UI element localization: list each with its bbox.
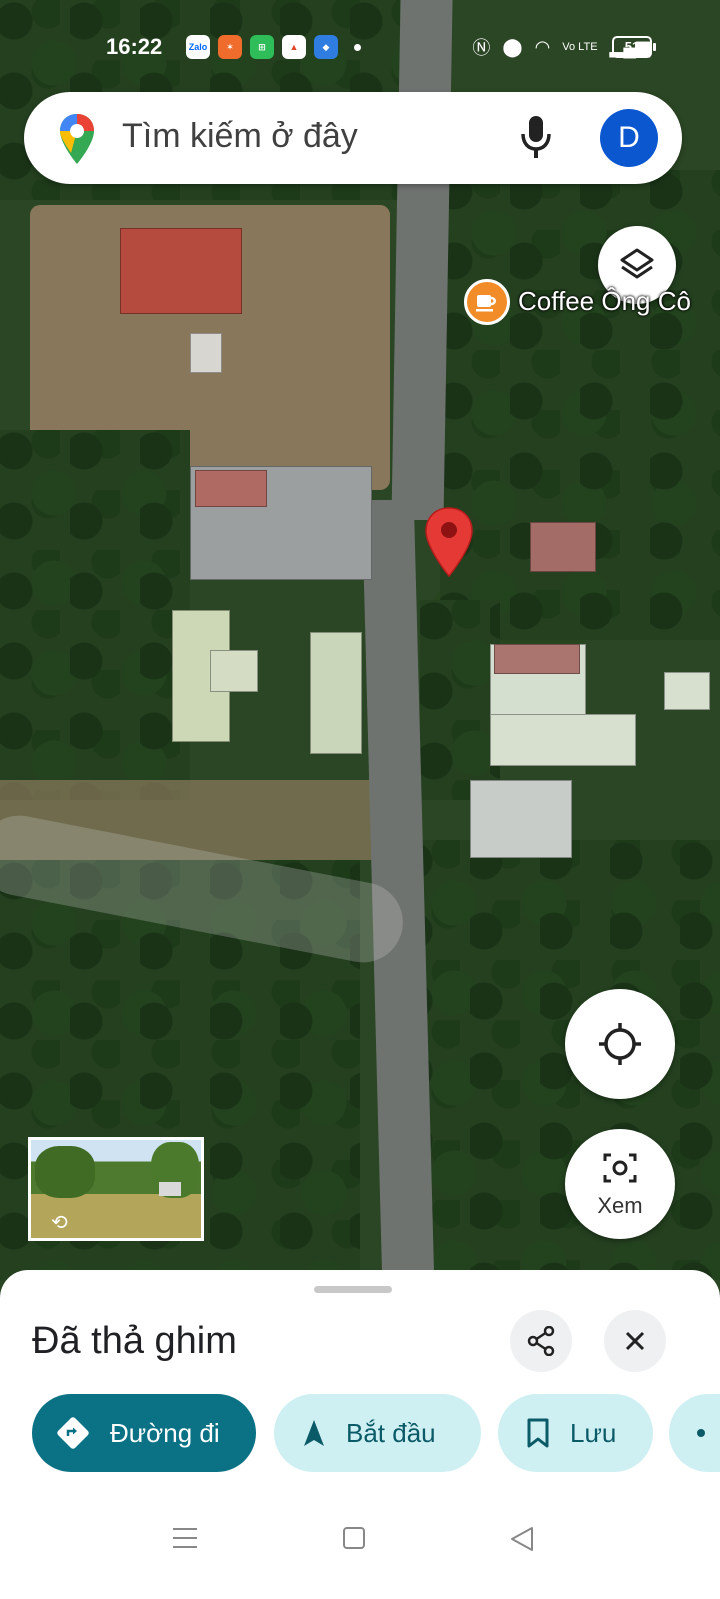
layers-icon: [620, 248, 654, 279]
google-maps-logo-icon: [58, 112, 96, 171]
location-icon: ⬤: [502, 36, 523, 57]
close-icon: [625, 1331, 645, 1351]
back-button[interactable]: [510, 1526, 534, 1557]
bottom-sheet[interactable]: Đã thả ghim Đường đi Bắt đầu Lưu: [0, 1270, 720, 1599]
directions-button[interactable]: Đường đi: [32, 1394, 256, 1472]
app-green-icon: ⊞: [250, 35, 274, 59]
my-location-button[interactable]: [565, 989, 675, 1099]
directions-icon: [56, 1416, 90, 1450]
map-building: [664, 672, 710, 710]
recent-apps-button[interactable]: [172, 1526, 198, 1555]
search-input[interactable]: Tìm kiếm ở đây: [122, 117, 358, 156]
poi-label[interactable]: Coffee Ông Cô: [518, 286, 691, 317]
map-pin-icon: [425, 507, 473, 578]
map-building: [530, 522, 596, 572]
search-bar[interactable]: Tìm kiếm ở đây D: [24, 92, 682, 184]
coffee-poi-marker[interactable]: [464, 279, 510, 325]
map-building-roof: [494, 644, 580, 674]
directions-label: Đường đi: [110, 1417, 220, 1448]
app-blue-icon: ◆: [314, 35, 338, 59]
system-navigation-bar: [0, 1488, 720, 1599]
notification-icons: Zalo ✶ ⊞ ▲ ◆: [186, 35, 361, 59]
camera-view-icon: [603, 1153, 637, 1183]
view-button-label: Xem: [597, 1193, 643, 1218]
drag-handle[interactable]: [314, 1286, 392, 1293]
account-avatar[interactable]: D: [600, 109, 658, 167]
street-view-image: [35, 1146, 95, 1198]
map-building: [490, 714, 636, 766]
save-label: Lưu: [570, 1417, 617, 1448]
bookmark-icon: [526, 1418, 550, 1448]
wifi-icon: ◠: [534, 36, 551, 57]
back-triangle-icon: [511, 1527, 533, 1551]
nfc-icon: Ⓝ: [472, 38, 491, 58]
crosshair-icon: [599, 1023, 641, 1065]
volte-icon: Vo LTE: [562, 40, 598, 53]
status-bar: 16:22 Zalo ✶ ⊞ ▲ ◆ Ⓝ ⬤ ◠ Vo LTE ▂▄▆ 51: [0, 0, 720, 90]
save-button[interactable]: Lưu: [498, 1394, 653, 1472]
microphone-icon[interactable]: [518, 114, 554, 165]
map-building: [120, 228, 242, 314]
coffee-cup-icon: [476, 295, 496, 312]
360-rotate-icon: ⟲: [51, 1212, 68, 1234]
map-vegetation: [0, 430, 190, 800]
street-view-thumbnail[interactable]: ⟲: [28, 1137, 204, 1241]
menu-icon: [173, 1528, 197, 1548]
more-actions-button[interactable]: [669, 1394, 720, 1472]
start-button[interactable]: Bắt đầu: [274, 1394, 481, 1472]
start-label: Bắt đầu: [346, 1417, 436, 1448]
map-building: [470, 780, 572, 858]
share-button[interactable]: [510, 1310, 572, 1372]
home-button[interactable]: [342, 1526, 366, 1555]
map-building-roof: [195, 470, 267, 507]
square-icon: [343, 1527, 365, 1549]
close-button[interactable]: [604, 1310, 666, 1372]
navigation-arrow-icon: [302, 1418, 326, 1448]
dropped-pin-marker[interactable]: [424, 506, 474, 583]
street-view-image: [159, 1182, 181, 1196]
share-icon: [527, 1326, 555, 1356]
status-time: 16:22: [106, 34, 163, 59]
map-building: [190, 333, 222, 373]
action-chips: Đường đi Bắt đầu Lưu: [32, 1394, 720, 1474]
battery-icon: 51: [612, 36, 656, 58]
app-orange-icon: ✶: [218, 35, 242, 59]
zalo-icon: Zalo: [186, 35, 210, 59]
map-building: [310, 632, 362, 754]
app-red-icon: ▲: [282, 35, 306, 59]
map-vegetation: [420, 600, 500, 800]
sheet-title: Đã thả ghim: [32, 1320, 237, 1362]
map-building: [210, 650, 258, 692]
view-button[interactable]: Xem: [565, 1129, 675, 1239]
more-notifications-icon: [354, 43, 361, 51]
more-icon: [695, 1427, 707, 1439]
